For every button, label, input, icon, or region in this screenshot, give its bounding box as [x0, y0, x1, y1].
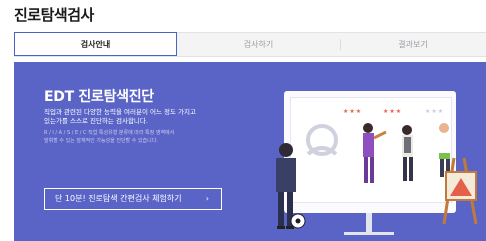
career-illustration — [276, 116, 478, 229]
promo-banner: EDT 진로탐색진단 직업과 관련된 다양한 능력을 여러분이 어느 정도 가지… — [14, 62, 486, 241]
chef-figure — [439, 116, 450, 177]
tab-guide[interactable]: 검사안내 — [14, 32, 177, 56]
rating-stars: ★★★ — [425, 108, 445, 115]
tab-results[interactable]: 결과보기 — [340, 33, 486, 56]
tab-take-test[interactable]: 검사하기 — [177, 33, 340, 56]
rating-stars: ★★★ — [343, 108, 363, 115]
worker-figure — [402, 125, 413, 181]
rating-stars: ★★★ — [383, 108, 403, 115]
tab-bar: 검사안내 검사하기 결과보기 — [14, 32, 486, 57]
soccer-ball-icon — [290, 213, 306, 229]
profile-placeholder-icon — [306, 124, 338, 156]
page-title: 진로탐색검사 — [14, 6, 94, 24]
violinist-figure — [363, 123, 387, 183]
